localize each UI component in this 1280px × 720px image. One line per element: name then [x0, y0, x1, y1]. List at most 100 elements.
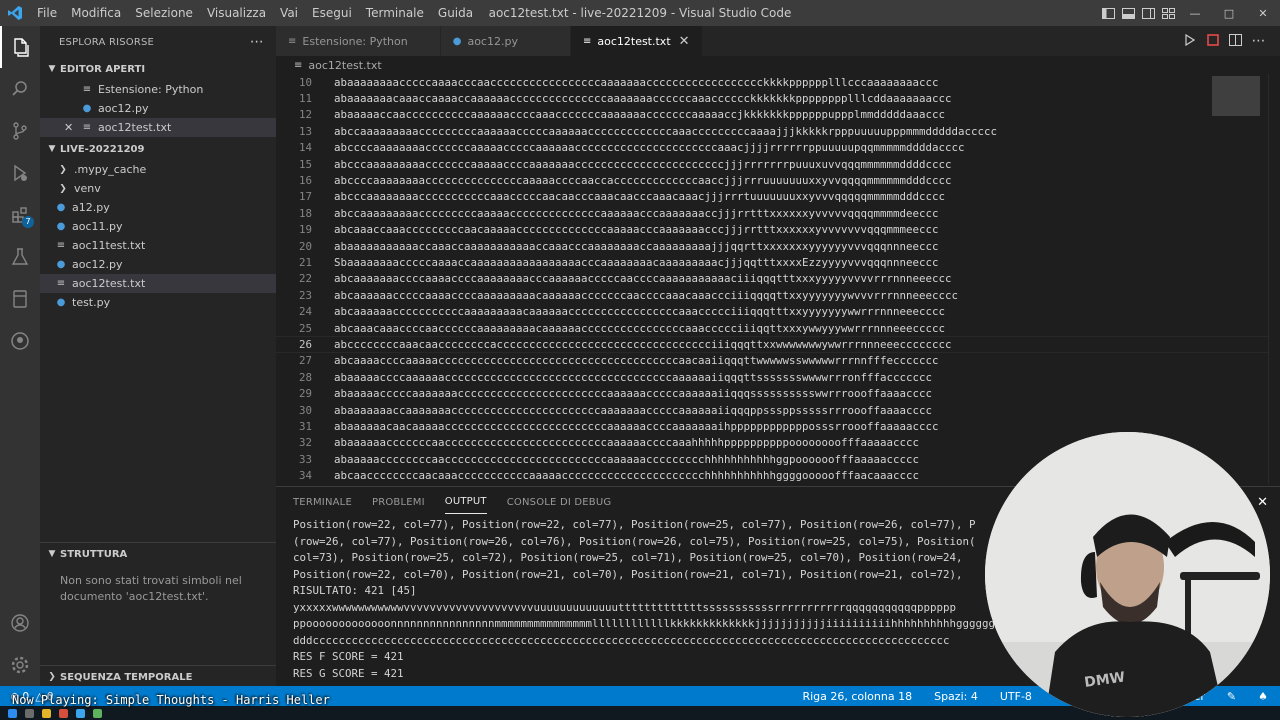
minimap[interactable] [1212, 76, 1260, 116]
more-actions-icon[interactable]: ⋯ [250, 34, 264, 50]
menu-help[interactable]: Guida [431, 0, 480, 26]
scrollbar[interactable] [1268, 74, 1280, 484]
explorer-icon[interactable] [0, 26, 40, 68]
extensions-icon[interactable]: 7 [0, 194, 40, 236]
code-line[interactable]: 20 abaaaaaaaaaaaccaaaccaaaaaaaaaaaccaaacc… [276, 238, 1280, 254]
github-icon[interactable] [0, 320, 40, 362]
title-bar: File Modifica Selezione Visualizza Vai E… [0, 0, 1280, 26]
tree-folder[interactable]: ❯ venv [40, 179, 276, 198]
tab-terminal[interactable]: TERMINALE [293, 491, 352, 514]
cursor-position[interactable]: Riga 26, colonna 18 [802, 690, 912, 703]
menu-view[interactable]: Visualizza [200, 0, 273, 26]
close-editor-icon[interactable]: ✕ [64, 121, 80, 134]
code-line[interactable]: 30 abaaaaaaaccaaaaaaacccccccccccccccccccc… [276, 402, 1280, 418]
run-debug-icon[interactable] [0, 152, 40, 194]
tab-problems[interactable]: PROBLEMI [372, 491, 425, 514]
open-editor-item[interactable]: ≡ Estensione: Python [40, 80, 276, 99]
menu-go[interactable]: Vai [273, 0, 305, 26]
testing-icon[interactable] [0, 236, 40, 278]
code-line[interactable]: 15 abcccaaaaaaaaacccccccaaaaaccccaaaaaaac… [276, 156, 1280, 172]
toggle-secondary-sidebar-icon[interactable] [1138, 0, 1158, 26]
feedback-icon[interactable]: ✎ [1227, 690, 1236, 703]
close-panel-icon[interactable]: ✕ [1257, 495, 1268, 510]
open-editors-header[interactable]: ▼ EDITOR APERTI [40, 58, 276, 80]
menu-file[interactable]: File [30, 0, 64, 26]
taskbar-app-icon[interactable] [25, 708, 34, 718]
menu-run[interactable]: Esegui [305, 0, 359, 26]
account-icon[interactable] [0, 602, 40, 644]
taskbar-app-icon[interactable] [93, 708, 102, 718]
code-line[interactable]: 22 abcaaaaaaaccccaaaaccccaaaaaaaacccaaaaa… [276, 271, 1280, 287]
split-editor-icon[interactable] [1224, 33, 1247, 49]
taskbar-app-icon[interactable] [42, 708, 51, 718]
encoding[interactable]: UTF-8 [1000, 690, 1032, 703]
text-file-icon: ≡ [582, 35, 592, 47]
search-icon[interactable] [0, 68, 40, 110]
code-line[interactable]: 28 abaaaaaccccaaaaaaccccccccccccccccccccc… [276, 369, 1280, 385]
more-actions-icon[interactable]: ⋯ [1247, 33, 1270, 49]
code-line[interactable]: 24 abcaaaaaacccccccccccaaaaaaaaacaaaaaacc… [276, 303, 1280, 319]
tab-output[interactable]: OUTPUT [444, 490, 487, 514]
tab-debug-console[interactable]: CONSOLE DI DEBUG [507, 491, 612, 514]
tree-file[interactable]: ● a12.py [40, 198, 276, 217]
line-text: abaaaaaccccccccaaccccccccccccccccccccccc… [334, 452, 920, 466]
tree-file[interactable]: ● test.py [40, 293, 276, 312]
tree-file[interactable]: ● aoc11.py [40, 217, 276, 236]
close-tab-icon[interactable]: ✕ [679, 34, 690, 49]
close-window-icon[interactable]: ✕ [1246, 0, 1280, 26]
minimize-icon[interactable]: — [1178, 0, 1212, 26]
remote-explorer-icon[interactable] [0, 278, 40, 320]
manage-gear-icon[interactable] [0, 644, 40, 686]
notifications-bell-icon[interactable]: ♠ [1258, 690, 1268, 703]
outline-header[interactable]: ▼ STRUTTURA [40, 543, 276, 565]
taskbar-app-icon[interactable] [59, 708, 68, 718]
tab-aoc12-py[interactable]: ● aoc12.py [440, 26, 571, 56]
code-line[interactable]: 26 abccccccccaaacaaccccccccaccccccccccccc… [276, 336, 1280, 353]
webcam-overlay: DMW [985, 432, 1270, 717]
timeline-header[interactable]: ❯ SEQUENZA TEMPORALE [40, 666, 276, 688]
vscode-logo-icon [0, 0, 30, 26]
code-editor[interactable]: 10 abaaaaaaaacccccaaaacccaacccccccccccccc… [276, 74, 1280, 484]
code-line[interactable]: 12 abaaaaaccaaccccccccccaaaaaaccccaaacccc… [276, 107, 1280, 123]
code-line[interactable]: 18 abccaaaaaaaaacccccccccaaaaaccccccccccc… [276, 205, 1280, 221]
toggle-panel-icon[interactable] [1118, 0, 1138, 26]
run-file-icon[interactable] [1178, 33, 1201, 49]
code-line[interactable]: 10 abaaaaaaaacccccaaaacccaacccccccccccccc… [276, 74, 1280, 90]
tree-file[interactable]: ● aoc12.py [40, 255, 276, 274]
line-text: abaaaaaaacaaaccaaaaccaaaaaaccccccccccccc… [334, 92, 952, 106]
stop-icon[interactable] [1201, 33, 1224, 49]
menu-terminal[interactable]: Terminale [359, 0, 431, 26]
code-line[interactable]: 19 abcaaaccaaacccccccccaacaaaaacccccccccc… [276, 222, 1280, 238]
source-control-icon[interactable] [0, 110, 40, 152]
line-text: abcaaccccccccaacaaacccccccccccaaaaaccccc… [334, 469, 920, 483]
code-line[interactable]: 17 abcccaaaaaaaacccccccccccaaacccccaacaac… [276, 189, 1280, 205]
restore-icon[interactable]: □ [1212, 0, 1246, 26]
breadcrumb-file[interactable]: aoc12test.txt [308, 59, 381, 72]
code-line[interactable]: 16 abccccaaaaaaaacccccccccccccccaaaaacccc… [276, 172, 1280, 188]
taskbar-app-icon[interactable] [76, 708, 85, 718]
customize-layout-icon[interactable] [1158, 0, 1178, 26]
code-line[interactable]: 23 abcaaaaaacccccaaaaccccaaaaaaaaacaaaaaa… [276, 287, 1280, 303]
tab-aoc12test-txt[interactable]: ≡ aoc12test.txt ✕ [570, 26, 703, 56]
code-line[interactable]: 11 abaaaaaaacaaaccaaaaccaaaaaaccccccccccc… [276, 90, 1280, 106]
chevron-right-icon: ❯ [48, 672, 56, 682]
code-line[interactable]: 27 abcaaaaccccaaaaacccccccccccccccccccccc… [276, 353, 1280, 369]
toggle-sidebar-icon[interactable] [1098, 0, 1118, 26]
tree-folder[interactable]: ❯ .mypy_cache [40, 160, 276, 179]
open-editor-item[interactable]: ● aoc12.py [40, 99, 276, 118]
workspace-header[interactable]: ▼ LIVE-20221209 [40, 138, 276, 160]
windows-start-icon[interactable] [8, 708, 17, 718]
tab-python-extension[interactable]: ≡ Estensione: Python [276, 26, 441, 56]
tree-file[interactable]: ≡ aoc11test.txt [40, 236, 276, 255]
tree-file[interactable]: ≡ aoc12test.txt [40, 274, 276, 293]
indentation[interactable]: Spazi: 4 [934, 690, 978, 703]
menu-selection[interactable]: Selezione [128, 0, 200, 26]
line-number: 34 [298, 469, 312, 483]
open-editor-item[interactable]: ✕ ≡ aoc12test.txt [40, 118, 276, 137]
code-line[interactable]: 21 Sbaaaaaaaacccccaaaaccaaaaaaaaaaaaaaaaa… [276, 254, 1280, 270]
code-line[interactable]: 14 abccccaaaaaaaacccccccaaaaacccccaaaaaac… [276, 140, 1280, 156]
menu-edit[interactable]: Modifica [64, 0, 128, 26]
code-line[interactable]: 29 abaaaaacccccaaaaaaaccccccccccccccccccc… [276, 385, 1280, 401]
code-line[interactable]: 25 abcaaacaaaccccaaccccccaaaaaaaaacaaaaaa… [276, 320, 1280, 336]
code-line[interactable]: 13 abccaaaaaaaaacccccccccaaaaaacccccaaaaa… [276, 123, 1280, 139]
